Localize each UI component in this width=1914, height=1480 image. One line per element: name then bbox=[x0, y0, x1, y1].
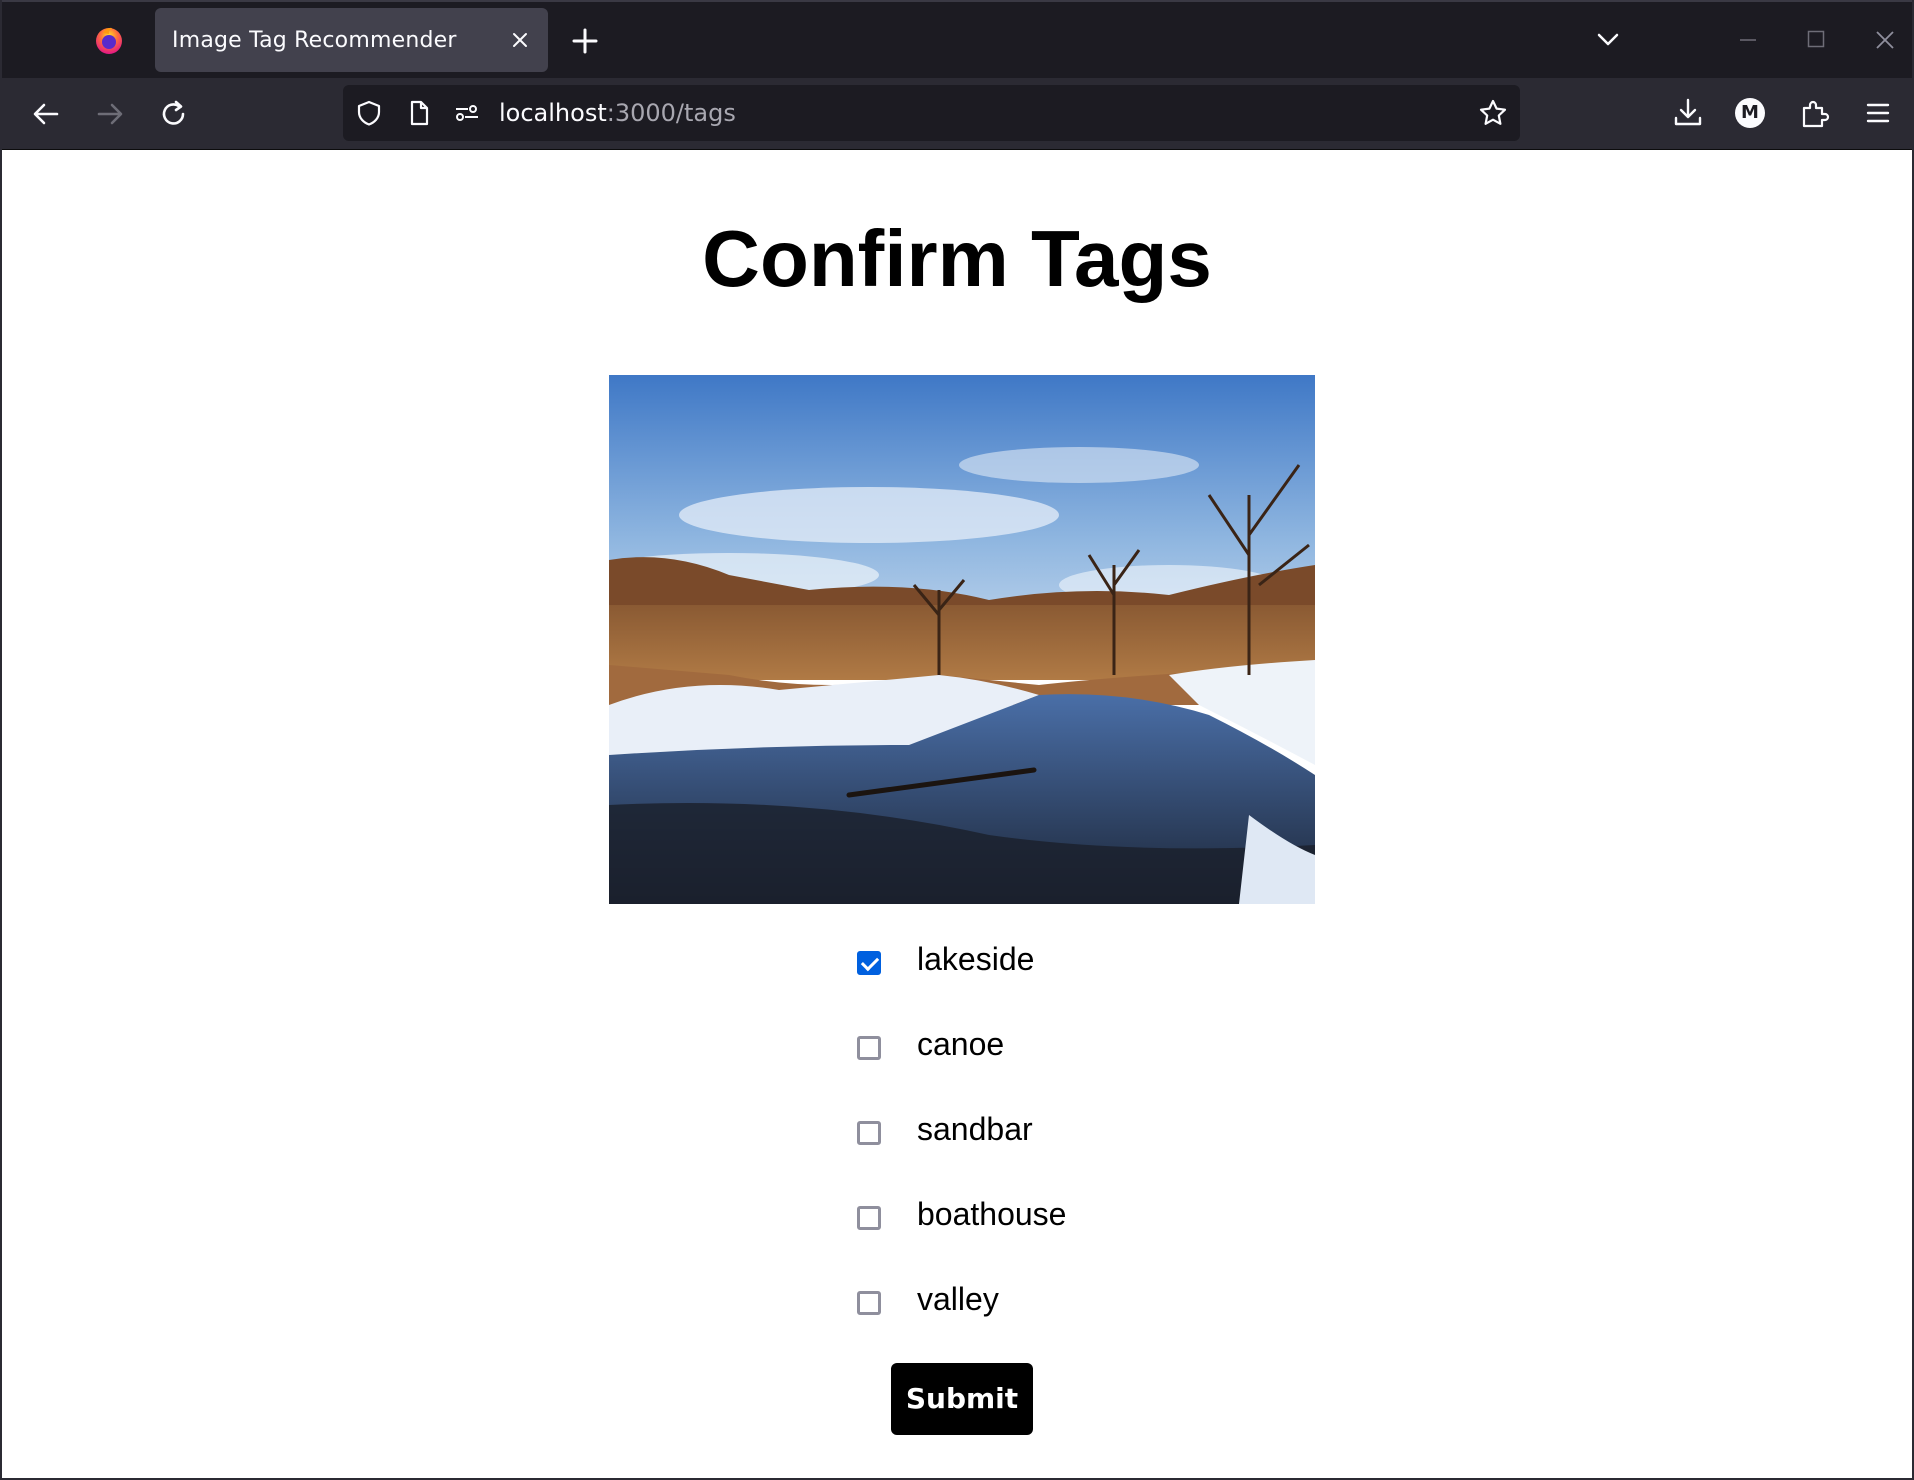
bookmark-star-icon[interactable] bbox=[1478, 98, 1508, 128]
tag-checkbox-sandbar[interactable] bbox=[857, 1121, 881, 1145]
new-tab-icon[interactable] bbox=[571, 27, 599, 55]
browser-window: Image Tag Recommender localhost:3000/tag… bbox=[0, 0, 1914, 1480]
tab-strip: Image Tag Recommender bbox=[2, 0, 1912, 78]
tag-checkbox-valley[interactable] bbox=[857, 1291, 881, 1315]
tag-label: sandbar bbox=[917, 1111, 1033, 1147]
close-window-icon[interactable] bbox=[1875, 30, 1895, 50]
chevron-down-icon[interactable] bbox=[1596, 30, 1620, 50]
tag-label: boathouse bbox=[917, 1196, 1067, 1232]
url-path: :3000/tags bbox=[606, 99, 736, 127]
account-avatar[interactable]: M bbox=[1735, 98, 1765, 128]
page-content: Confirm Tags lakeside canoe sandbar boat… bbox=[2, 151, 1912, 1478]
navigation-bar: localhost:3000/tags M bbox=[2, 78, 1912, 150]
reload-icon[interactable] bbox=[158, 98, 190, 130]
tag-option-boathouse[interactable]: boathouse bbox=[857, 1196, 1257, 1281]
submit-button[interactable]: Submit bbox=[891, 1363, 1033, 1435]
tag-option-valley[interactable]: valley bbox=[857, 1281, 1257, 1366]
page-icon[interactable] bbox=[405, 99, 433, 127]
download-icon[interactable] bbox=[1671, 96, 1705, 130]
address-bar[interactable]: localhost:3000/tags bbox=[343, 85, 1520, 141]
tag-option-sandbar[interactable]: sandbar bbox=[857, 1111, 1257, 1196]
url-text[interactable]: localhost:3000/tags bbox=[499, 99, 736, 127]
maximize-icon[interactable] bbox=[1807, 30, 1825, 48]
hamburger-menu-icon[interactable] bbox=[1861, 96, 1895, 130]
minimize-icon[interactable] bbox=[1739, 30, 1757, 50]
forward-arrow-icon[interactable] bbox=[94, 98, 126, 130]
tagged-photo bbox=[609, 375, 1315, 904]
extensions-puzzle-icon[interactable] bbox=[1798, 96, 1832, 130]
site-permissions-icon[interactable] bbox=[453, 99, 481, 127]
tag-checkbox-list: lakeside canoe sandbar boathouse valley bbox=[857, 941, 1257, 1366]
tab-title: Image Tag Recommender bbox=[172, 28, 457, 53]
tag-option-canoe[interactable]: canoe bbox=[857, 1026, 1257, 1111]
firefox-logo-icon bbox=[96, 27, 122, 54]
tag-checkbox-canoe[interactable] bbox=[857, 1036, 881, 1060]
tag-checkbox-boathouse[interactable] bbox=[857, 1206, 881, 1230]
tag-checkbox-lakeside[interactable] bbox=[857, 951, 881, 975]
tag-label: valley bbox=[917, 1281, 999, 1317]
url-host: localhost bbox=[499, 99, 607, 127]
tag-label: canoe bbox=[917, 1026, 1005, 1062]
tag-option-lakeside[interactable]: lakeside bbox=[857, 941, 1257, 1026]
shield-icon[interactable] bbox=[355, 99, 383, 127]
back-arrow-icon[interactable] bbox=[30, 98, 62, 130]
close-tab-icon[interactable] bbox=[510, 30, 530, 50]
tab-active[interactable]: Image Tag Recommender bbox=[155, 8, 548, 72]
tag-label: lakeside bbox=[917, 941, 1035, 977]
page-title: Confirm Tags bbox=[702, 214, 1212, 303]
